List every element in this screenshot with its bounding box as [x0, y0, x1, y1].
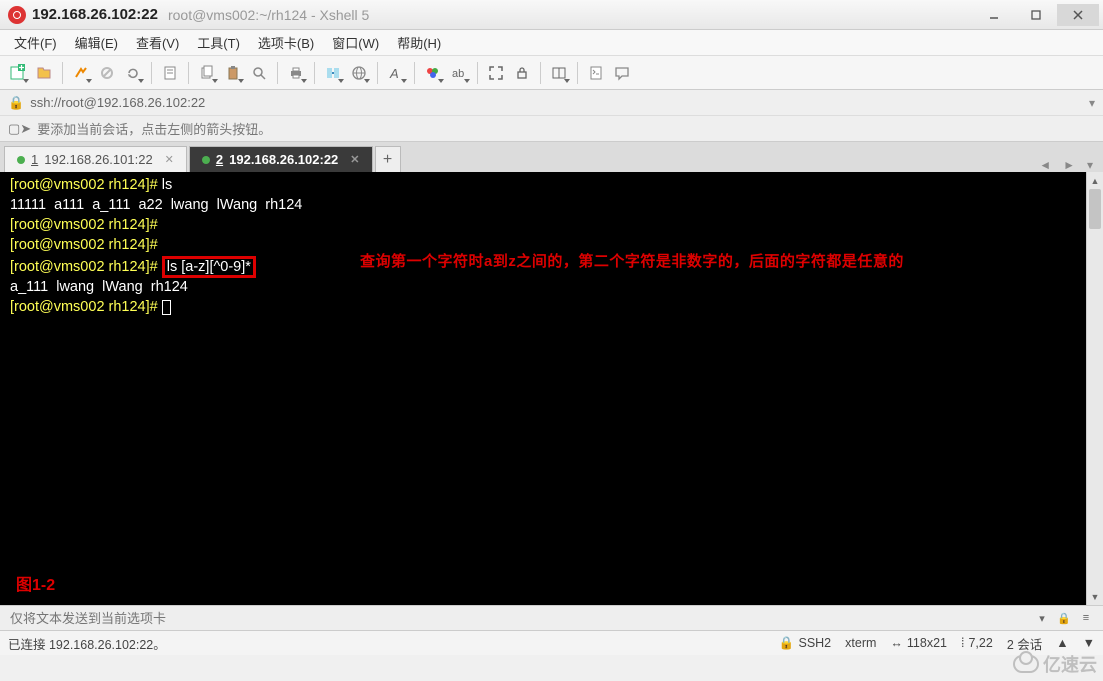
send-target-dropdown[interactable]: ▾ — [1031, 612, 1053, 625]
info-bar: ▢➤ 要添加当前会话，点击左侧的箭头按钮。 — [0, 116, 1103, 142]
tab-number: 2 — [216, 152, 223, 167]
status-protocol: 🔒SSH2 — [779, 636, 831, 651]
statusbar: 已连接 192.168.26.102:22。 🔒SSH2 xterm ↔118x… — [0, 631, 1103, 655]
chat-button[interactable] — [610, 61, 634, 85]
info-text: 要添加当前会话，点击左侧的箭头按钮。 — [37, 119, 271, 138]
tab-number: 1 — [31, 152, 38, 167]
transfer-button[interactable] — [321, 61, 345, 85]
tab-label: 192.168.26.102:22 — [229, 152, 338, 167]
send-bar: ▾ 🔒 ≡ — [0, 605, 1103, 631]
connect-button[interactable] — [69, 61, 93, 85]
status-sessions: 2 会话 — [1007, 634, 1042, 653]
status-cursor: ⁞7,22 — [961, 636, 993, 650]
menubar: 文件(F) 编辑(E) 查看(V) 工具(T) 选项卡(B) 窗口(W) 帮助(… — [0, 30, 1103, 56]
prompt: [root@vms002 rh124]# — [10, 299, 162, 315]
status-dot-icon — [202, 156, 210, 164]
tab-prev-icon[interactable]: ◄ — [1033, 158, 1057, 172]
print-button[interactable] — [284, 61, 308, 85]
menu-file[interactable]: 文件(F) — [6, 30, 65, 55]
address-dropdown-icon[interactable]: ▾ — [1089, 96, 1095, 110]
menu-edit[interactable]: 编辑(E) — [67, 30, 126, 55]
menu-tabs[interactable]: 选项卡(B) — [250, 30, 322, 55]
send-input[interactable] — [6, 609, 1031, 628]
add-tab-button[interactable]: + — [375, 146, 401, 172]
status-dot-icon — [17, 156, 25, 164]
app-icon — [8, 6, 26, 24]
tab-label: 192.168.26.101:22 — [44, 152, 152, 167]
maximize-button[interactable] — [1015, 4, 1057, 26]
status-termtype: xterm — [845, 636, 876, 650]
cloud-icon — [1013, 655, 1039, 673]
layout-button[interactable] — [547, 61, 571, 85]
prompt: [root@vms002 rh124]# — [10, 217, 162, 233]
prompt: [root@vms002 rh124]# — [10, 177, 162, 193]
scroll-thumb[interactable] — [1089, 189, 1101, 229]
color-button[interactable] — [421, 61, 445, 85]
menu-view[interactable]: 查看(V) — [128, 30, 187, 55]
svg-text:ab: ab — [452, 68, 464, 80]
tab-close-icon[interactable]: ✕ — [165, 153, 174, 166]
session-tab-1[interactable]: 1 192.168.26.101:22 ✕ — [4, 146, 187, 172]
menu-window[interactable]: 窗口(W) — [324, 30, 387, 55]
svg-text:A: A — [389, 66, 399, 81]
scroll-down-icon[interactable]: ▼ — [1087, 588, 1103, 605]
find-button[interactable] — [247, 61, 271, 85]
status-up-icon[interactable]: ▲ — [1056, 636, 1068, 650]
session-tab-2[interactable]: 2 192.168.26.102:22 ✕ — [189, 146, 373, 172]
globe-button[interactable] — [347, 61, 371, 85]
reconnect-button[interactable] — [121, 61, 145, 85]
window-title-sub: root@vms002:~/rh124 - Xshell 5 — [168, 7, 369, 23]
figure-label: 图1-2 — [16, 576, 55, 595]
output-line: 11111 a111 a_111 a22 lwang lWang rh124 — [10, 197, 302, 213]
highlighted-command: ls [a-z][^0-9]* — [162, 256, 256, 278]
encoding-button[interactable]: ab — [447, 61, 471, 85]
tab-next-icon[interactable]: ► — [1057, 158, 1081, 172]
tab-close-icon[interactable]: ✕ — [350, 153, 359, 166]
prompt: [root@vms002 rh124]# — [10, 259, 162, 275]
properties-button[interactable] — [158, 61, 182, 85]
toolbar: A ab — [0, 56, 1103, 90]
annotation-text: 查询第一个字符时a到z之间的，第二个字符是非数字的，后面的字符都是任意的 — [360, 252, 904, 271]
address-text[interactable]: ssh://root@192.168.26.102:22 — [30, 95, 205, 110]
send-menu-icon[interactable]: ≡ — [1075, 612, 1097, 624]
titlebar: 192.168.26.102:22 root@vms002:~/rh124 - … — [0, 0, 1103, 30]
close-button[interactable] — [1057, 4, 1099, 26]
output-line: a_111 lwang lWang rh124 — [10, 279, 188, 295]
window-title-main: 192.168.26.102:22 — [32, 6, 158, 23]
copy-button[interactable] — [195, 61, 219, 85]
disconnect-button[interactable] — [95, 61, 119, 85]
font-button[interactable]: A — [384, 61, 408, 85]
menu-help[interactable]: 帮助(H) — [389, 30, 449, 55]
cmd-text: ls — [162, 177, 172, 193]
tab-menu-icon[interactable]: ▾ — [1081, 158, 1099, 172]
open-button[interactable] — [32, 61, 56, 85]
scroll-up-icon[interactable]: ▲ — [1087, 172, 1103, 189]
paste-button[interactable] — [221, 61, 245, 85]
status-down-icon[interactable]: ▼ — [1083, 636, 1095, 650]
terminal[interactable]: [root@vms002 rh124]# ls 11111 a111 a_111… — [0, 172, 1086, 605]
scrollbar[interactable]: ▲ ▼ — [1086, 172, 1103, 605]
new-session-button[interactable] — [6, 61, 30, 85]
terminal-container: [root@vms002 rh124]# ls 11111 a111 a_111… — [0, 172, 1103, 605]
tabstrip: 1 192.168.26.101:22 ✕ 2 192.168.26.102:2… — [0, 142, 1103, 172]
add-session-arrow-icon[interactable]: ▢➤ — [8, 121, 31, 137]
fullscreen-button[interactable] — [484, 61, 508, 85]
script-button[interactable] — [584, 61, 608, 85]
lock-icon: 🔒 — [8, 95, 24, 111]
status-size: ↔118x21 — [890, 636, 947, 650]
minimize-button[interactable] — [973, 4, 1015, 26]
address-bar: 🔒 ssh://root@192.168.26.102:22 ▾ — [0, 90, 1103, 116]
send-lock-icon[interactable]: 🔒 — [1053, 612, 1075, 625]
prompt: [root@vms002 rh124]# — [10, 237, 162, 253]
menu-tools[interactable]: 工具(T) — [189, 30, 248, 55]
status-connection: 已连接 192.168.26.102:22。 — [8, 634, 166, 653]
cursor-icon — [162, 300, 171, 315]
lock-button[interactable] — [510, 61, 534, 85]
